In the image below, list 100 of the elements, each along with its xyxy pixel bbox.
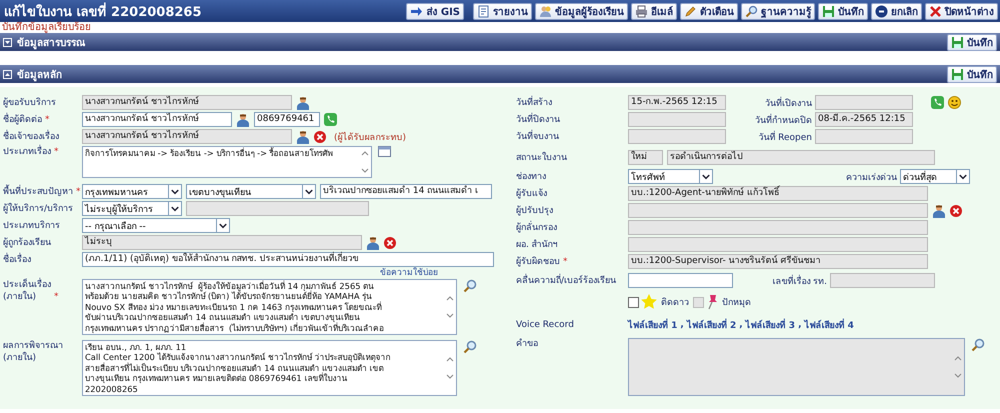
chevron-down-icon[interactable] [216,219,229,232]
field-label: ช่องทาง [516,170,546,182]
text-field[interactable] [815,95,913,110]
text-field[interactable]: บบ.:1200-Agent-นายพิทักษ์ แก้วโพธิ์ [628,186,928,201]
toolbar-button[interactable]: ตัวเตือน [680,2,738,20]
toolbar-button[interactable]: บันทึก [818,2,868,20]
field-label: ประเด็นเรื่อง (ภายใน) [3,279,51,303]
input-field[interactable] [628,273,733,288]
toolbar-button[interactable]: อีเมล์ [631,2,677,20]
scroll-arrows-icon[interactable] [361,149,369,175]
file-link[interactable]: ไฟล์เสียงที่ 1 [628,318,678,332]
people-icon [539,4,552,18]
chevron-down-icon[interactable] [168,185,181,198]
text-area[interactable] [628,338,965,396]
toolbar-button[interactable]: ข้อมูลผู้ร้องเรียน [535,2,628,20]
search-icon[interactable] [463,340,477,354]
collapse-icon[interactable] [3,70,12,78]
section-title: ข้อมูลหลัก [17,68,62,82]
text-field[interactable]: บบ.:1200-Supervisor- นางชรินรัตน์ ศรีขันชมา [628,254,928,269]
pushpin-icon [706,294,718,310]
close-icon [929,4,942,18]
field-label: สถานะใบงาน [516,152,567,164]
smiley-icon[interactable] [948,96,961,109]
pencil-icon [684,4,697,18]
file-link[interactable]: ไฟล์เสียงที่ 2 [686,318,736,332]
person-icon[interactable] [236,112,250,126]
dropdown[interactable]: เขตบางขุนเทียน [186,184,316,199]
field-label: วันที่จบงาน [516,130,559,142]
save-icon [822,4,835,18]
text-field[interactable] [628,129,726,144]
checkbox[interactable] [628,296,639,308]
text-field[interactable] [186,201,369,216]
toolbar-button[interactable]: ฐานความรู้ [741,2,815,20]
section-title: ข้อมูลสารบรรณ [17,36,85,50]
chevron-down-icon[interactable] [956,170,969,183]
field-label: ผู้ปรับปรุง [516,204,553,216]
scroll-arrows-icon[interactable] [954,354,962,380]
text-field[interactable]: 15-ก.พ.-2565 12:15 [628,95,726,110]
text-field[interactable] [830,273,935,288]
chevron-down-icon[interactable] [699,170,712,183]
remove-icon[interactable] [314,130,326,142]
search-icon [745,4,758,18]
save-button[interactable]: บันทึก [947,66,997,82]
field-label: วันที่ Reopen [757,130,812,144]
text-field[interactable]: 08-มี.ค.-2565 12:15 [815,112,913,127]
dropdown[interactable]: กรุงเทพมหานคร [82,184,182,199]
input-field[interactable]: บริเวณปากซอยแสมดำ 14 ถนนแสมดำ เ [320,184,492,199]
person-icon[interactable] [296,96,310,110]
input-field[interactable]: นางสาวกนกรัตน์ ชาวไกรหักษ์ [82,112,232,127]
text-area[interactable]: กิจการโทรคมนาคม -> ร้องเรียน -> บริการอื่นๆ -> รื้อถอนสายโทรศัพ [82,146,372,178]
dropdown[interactable]: ไม่ระบุผู้ให้บริการ [82,201,182,216]
text-field[interactable] [628,237,928,252]
phone-icon[interactable] [324,113,337,126]
text-field[interactable]: นางสาวกนกรัตน์ ชาวไกรหักษ์ [82,129,292,144]
arrow-icon [410,4,424,18]
search-icon[interactable] [971,338,985,352]
calendar-icon[interactable] [378,146,391,157]
text-field[interactable]: นางสาวกนกรัตน์ ชาวไกรหักษ์ [82,95,292,110]
dropdown[interactable]: -- กรุณาเลือก -- [82,218,230,233]
dropdown[interactable]: ด่วนที่สุด [900,169,970,184]
chevron-down-icon[interactable] [302,185,315,198]
text-field[interactable]: ใหม่ [628,150,663,165]
field-label: คำขอ [516,338,538,350]
person-icon[interactable] [366,236,380,250]
text-field[interactable] [628,203,928,218]
phone-icon[interactable] [931,96,944,109]
save-icon [951,36,964,48]
toolbar-button[interactable]: ปิดหน้าต่าง [925,2,998,20]
field-label: วันที่เปิดงาน [764,96,812,110]
toolbar-button[interactable]: รายงาน [473,2,532,20]
phrases-link[interactable]: ข้อความใช้บ่อย [380,268,438,279]
person-icon[interactable] [932,204,946,218]
chevron-down-icon[interactable] [168,202,181,215]
text-field[interactable]: ไม่ระบุ [82,235,362,250]
search-icon[interactable] [463,279,477,293]
text-field[interactable] [628,220,928,235]
person-icon[interactable] [296,130,310,144]
input-field[interactable]: (ภภ.1/11) (อุบัติเหตุ) ขอให้สำนักงาน กสทช. ประสานหน่วยงานที่เกี่ยวข [82,252,494,267]
text-field[interactable] [628,112,726,127]
expand-icon[interactable] [3,38,12,46]
save-icon [951,68,964,80]
scroll-arrows-icon[interactable] [446,294,454,320]
text-field[interactable]: รอดำเนินการต่อไป [667,150,935,165]
separator-text: , [798,320,802,330]
scroll-arrows-icon[interactable] [446,355,454,382]
star-icon [641,294,657,310]
text-area[interactable]: เรียน อบน., ภภ. 1, ผภภ. 11 Call Center 1200 ได้รับแจ้งจากนางสาวกนกรัตน์ ชาวไกรหักษ์ ว่าประสบอุบัติเหตุจาก สายสื่อสารที่ไม่เป็นระเบียบ บริเวณปากซอยแสมดำ 14 ถนนแสมดำ แขวงแสมดำ เขต บางขุนเทียน กรุงเทพมหานคร หมายเลขติดต่อ 0869769461 เลขที่ใบงาน 2202008265 [82,340,457,396]
file-link[interactable]: ไฟล์เสียงที่ 3 [746,318,796,332]
toolbar-button[interactable]: ส่ง GIS [406,2,464,20]
field-label: วันที่กำหนดปิด [754,112,812,126]
input-field[interactable]: 0869769461 [254,112,320,127]
dropdown[interactable]: โทรศัพท์ [628,169,713,184]
remove-icon[interactable] [384,236,396,248]
remove-icon[interactable] [950,204,962,216]
text-area[interactable]: นางสาวกนกรัตน์ ชาวไกรหักษ์ ผู้ร้องให้ข้อมูลว่าเมื่อวันที่ 14 กุมภาพันธ์ 2565 ตน พร้อมด้วย นายสมคิด ชาวไกรหักษ์ (บิดา) ได้ขับรถจักรยานยนต์ยี่ห้อ YAMAHA รุ่น Nouvo SX สีทอง ม่วง หมายเลขทะเบียนรถ 1 กค 1463 กรุงเทพมหานคร โดยขณะที่ ขับผ่านบริเวณปากซอยแสมดำ 14 ถนนแสมดำ แขวงแสมดำ เขตบางขุนเทียน กรุงเทพมหานคร ปรากฏว่ามีสายสื่อสาร (ไม่ทราบบริษัทฯ) เกี่ยวพันเข้าที่บริเวณลำคอ [82,279,457,336]
field-label: ผู้กลั่นกรอง [516,222,557,234]
save-button[interactable]: บันทึก [947,34,997,50]
toolbar-button[interactable]: ยกเลิก [871,2,922,20]
text-field[interactable] [815,129,913,144]
file-link[interactable]: ไฟล์เสียงที่ 4 [804,318,854,332]
